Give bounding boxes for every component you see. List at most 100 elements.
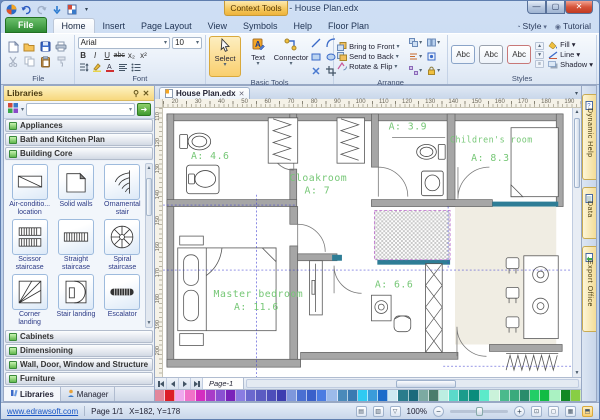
color-swatch[interactable] bbox=[226, 390, 236, 401]
stencil-tile[interactable] bbox=[12, 274, 48, 310]
close-panel-icon[interactable]: ✕ bbox=[141, 89, 151, 98]
rectangle-tool-button[interactable] bbox=[309, 50, 323, 63]
stencil-scroll-thumb[interactable] bbox=[146, 178, 152, 216]
stencil-tile[interactable] bbox=[58, 274, 94, 310]
stencil-stair-landing[interactable]: Stair landing bbox=[54, 274, 97, 327]
right-tab-data[interactable]: Data bbox=[582, 187, 596, 239]
section-dimensioning[interactable]: Dimensioning bbox=[5, 344, 153, 357]
style-preview-1[interactable]: Abc bbox=[451, 45, 475, 64]
columns-button[interactable]: ▾ bbox=[427, 36, 444, 49]
color-swatch[interactable] bbox=[338, 390, 348, 401]
stencil-tile[interactable] bbox=[12, 164, 48, 200]
room-label-children-area[interactable]: A: 8.3 bbox=[471, 153, 509, 164]
color-swatch[interactable] bbox=[388, 390, 398, 401]
style-menu[interactable]: ◔ Style ▾ bbox=[516, 21, 547, 31]
gallery-more-button[interactable]: ≡ bbox=[535, 60, 544, 68]
minimize-button[interactable]: — bbox=[527, 1, 546, 14]
shadow-button[interactable]: Shadow▾ bbox=[548, 60, 593, 69]
footer-tab-libraries[interactable]: Libraries bbox=[4, 387, 61, 401]
v-scroll-thumb[interactable] bbox=[574, 118, 580, 188]
text-tool-button[interactable]: AText▾ bbox=[242, 36, 274, 77]
open-button[interactable] bbox=[22, 40, 36, 53]
print-preview-button[interactable]: ▽ bbox=[390, 406, 401, 417]
paste-button[interactable] bbox=[38, 55, 52, 68]
format-painter-button[interactable] bbox=[54, 55, 68, 68]
fullscreen-button[interactable]: ⬒ bbox=[582, 406, 593, 417]
color-swatch[interactable] bbox=[348, 390, 358, 401]
color-swatch[interactable] bbox=[368, 390, 378, 401]
toilet-icon[interactable] bbox=[180, 133, 211, 150]
section-furniture[interactable]: Furniture bbox=[5, 372, 153, 385]
gallery-down-button[interactable]: ▼ bbox=[535, 51, 544, 59]
page-view-button[interactable]: ▥ bbox=[373, 406, 384, 417]
color-swatch[interactable] bbox=[175, 390, 185, 401]
h-scrollbar[interactable] bbox=[246, 379, 579, 388]
tab-page-layout[interactable]: Page Layout bbox=[133, 19, 200, 33]
gallery-up-button[interactable]: ▲ bbox=[535, 42, 544, 50]
tutorial-menu[interactable]: ◉ Tutorial bbox=[555, 21, 591, 31]
section-cabinets[interactable]: Cabinets bbox=[5, 330, 153, 343]
v-scrollbar[interactable]: ▲ ▼ bbox=[572, 108, 581, 377]
stencil-ornamental-stair[interactable]: Ornamental stair bbox=[101, 164, 144, 217]
customize-qat-button[interactable]: ▾ bbox=[80, 4, 93, 16]
color-swatch[interactable] bbox=[327, 390, 337, 401]
kitchen-counter-icon[interactable] bbox=[524, 256, 558, 339]
print-button[interactable] bbox=[54, 40, 68, 53]
section-bath-and-kitchen-plan[interactable]: Bath and Kitchen Plan bbox=[5, 133, 153, 146]
i-button[interactable]: I bbox=[90, 50, 101, 61]
line-tool-button[interactable] bbox=[309, 36, 323, 49]
style-preview-2[interactable]: Abc bbox=[479, 45, 503, 64]
room-label-bath1[interactable]: A: 4.6 bbox=[191, 151, 229, 162]
font-size-combo[interactable]: 10▾ bbox=[172, 37, 202, 49]
distribute-button[interactable]: ▾ bbox=[409, 64, 426, 77]
lock-button[interactable]: ▾ bbox=[427, 64, 444, 77]
tab-home[interactable]: Home bbox=[53, 18, 95, 33]
context-tools-tab[interactable]: Context Tools bbox=[224, 1, 288, 16]
line-spacing-button[interactable] bbox=[78, 62, 90, 73]
color-swatch[interactable] bbox=[520, 390, 530, 401]
color-swatch[interactable] bbox=[480, 390, 490, 401]
stencil-scrollbar[interactable]: ▲ ▼ bbox=[145, 163, 153, 328]
color-swatch[interactable] bbox=[287, 390, 297, 401]
stencil-corner-landing[interactable]: Corner landing bbox=[8, 274, 51, 327]
color-swatch[interactable] bbox=[540, 390, 550, 401]
color-swatch[interactable] bbox=[530, 390, 540, 401]
bring-to-front-button[interactable]: Bring to Front▾ bbox=[337, 42, 407, 51]
tab-help[interactable]: Help bbox=[285, 19, 320, 33]
align-button[interactable] bbox=[117, 62, 129, 73]
color-swatch[interactable] bbox=[449, 390, 459, 401]
footer-tab-manager[interactable]: Manager bbox=[61, 387, 116, 401]
section-wall-door-window-and-structure[interactable]: Wall, Door, Window and Structure bbox=[5, 358, 153, 371]
color-swatch[interactable] bbox=[571, 390, 581, 401]
b-button[interactable]: B bbox=[78, 50, 89, 61]
cut-button[interactable] bbox=[6, 55, 20, 68]
color-swatch[interactable] bbox=[561, 390, 571, 401]
u-button[interactable]: U bbox=[102, 50, 113, 61]
stencil-tile[interactable] bbox=[12, 219, 48, 255]
font-color-button[interactable]: A bbox=[104, 62, 116, 73]
room-label-cloakroom[interactable]: Cloakroom bbox=[290, 173, 348, 184]
stencil-solid-walls[interactable]: Solid walls bbox=[54, 164, 97, 217]
tab-file[interactable]: File bbox=[5, 17, 47, 33]
library-menu-icon[interactable] bbox=[7, 101, 19, 119]
stencil-tile[interactable] bbox=[104, 219, 140, 255]
normal-view-button[interactable]: ▤ bbox=[356, 406, 367, 417]
x-button[interactable]: x² bbox=[138, 50, 149, 61]
rotate-flip-button[interactable]: Rotate & Flip▾ bbox=[337, 62, 407, 71]
color-swatch[interactable] bbox=[267, 390, 277, 401]
close-button[interactable]: ✕ bbox=[565, 1, 593, 14]
room-label-study[interactable]: A: 6.6 bbox=[375, 279, 413, 290]
stencil-air-conditio-location[interactable]: Air-conditio... location bbox=[8, 164, 51, 217]
color-swatch[interactable] bbox=[165, 390, 175, 401]
color-swatch[interactable] bbox=[510, 390, 520, 401]
color-swatch[interactable] bbox=[409, 390, 419, 401]
room-label-cloakroom-area[interactable]: A: 7 bbox=[305, 186, 331, 197]
room-label-children[interactable]: Children's room bbox=[450, 134, 533, 144]
wardrobe-icon[interactable] bbox=[268, 118, 364, 163]
copy-button[interactable] bbox=[22, 55, 36, 68]
right-tab-dynamic-help[interactable]: ?Dynamic Help bbox=[582, 94, 596, 180]
stencil-escalator[interactable]: Escalator bbox=[101, 274, 144, 327]
color-swatch[interactable] bbox=[185, 390, 195, 401]
stencil-straight-staircase[interactable]: Straight staircase bbox=[54, 219, 97, 272]
fit-page-button[interactable]: ⊡ bbox=[531, 406, 542, 417]
